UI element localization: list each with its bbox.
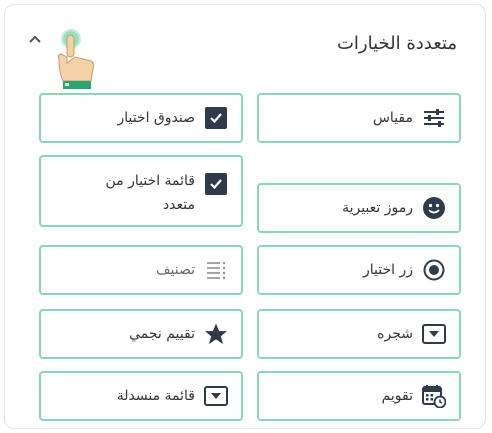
star-icon — [203, 321, 229, 347]
item-checkbox[interactable]: صندوق اختيار — [39, 93, 243, 143]
hand-pointer-icon — [57, 34, 95, 89]
item-radio[interactable]: زر اختيار — [257, 245, 461, 295]
checkbox-checked-icon — [203, 171, 229, 197]
item-label: رموز تعبيرية — [342, 200, 413, 216]
item-measure[interactable]: مقياس — [257, 93, 461, 143]
calendar-icon — [421, 383, 447, 409]
item-label: قائمة منسدلة — [116, 388, 195, 404]
dropdown-icon — [203, 383, 229, 409]
dropdown-icon — [421, 321, 447, 347]
item-tree[interactable]: شجره — [257, 309, 461, 359]
item-emoji[interactable]: رموز تعبيرية — [257, 183, 461, 233]
item-stars[interactable]: تقييم نجمي — [39, 309, 243, 359]
collapse-button[interactable] — [23, 27, 47, 51]
item-dropdown[interactable]: قائمة منسدلة — [39, 371, 243, 421]
item-label: زر اختيار — [363, 262, 413, 278]
panel-title: متعددة الخيارات — [336, 33, 457, 54]
item-label: تقويم — [381, 388, 413, 404]
item-label: مقياس — [372, 110, 413, 126]
item-label: تصنيف — [156, 262, 195, 278]
item-multiselect[interactable]: قائمة اختيار من متعدد — [39, 155, 243, 227]
item-label: صندوق اختيار — [117, 110, 195, 126]
item-calendar[interactable]: تقويم — [257, 371, 461, 421]
item-label: شجره — [377, 326, 413, 342]
list-icon — [203, 257, 229, 283]
radio-icon — [421, 257, 447, 283]
item-label: تقييم نجمي — [129, 326, 195, 342]
chevron-up-icon — [29, 35, 41, 43]
item-classify[interactable]: تصنيف — [39, 245, 243, 295]
smiley-icon — [421, 195, 447, 221]
item-label: قائمة اختيار من متعدد — [105, 173, 195, 213]
multiple-choice-panel: متعددة الخيارات مقياس صندوق اختيار رموز … — [4, 4, 486, 429]
checkbox-checked-icon — [203, 105, 229, 131]
sliders-icon — [421, 105, 447, 131]
